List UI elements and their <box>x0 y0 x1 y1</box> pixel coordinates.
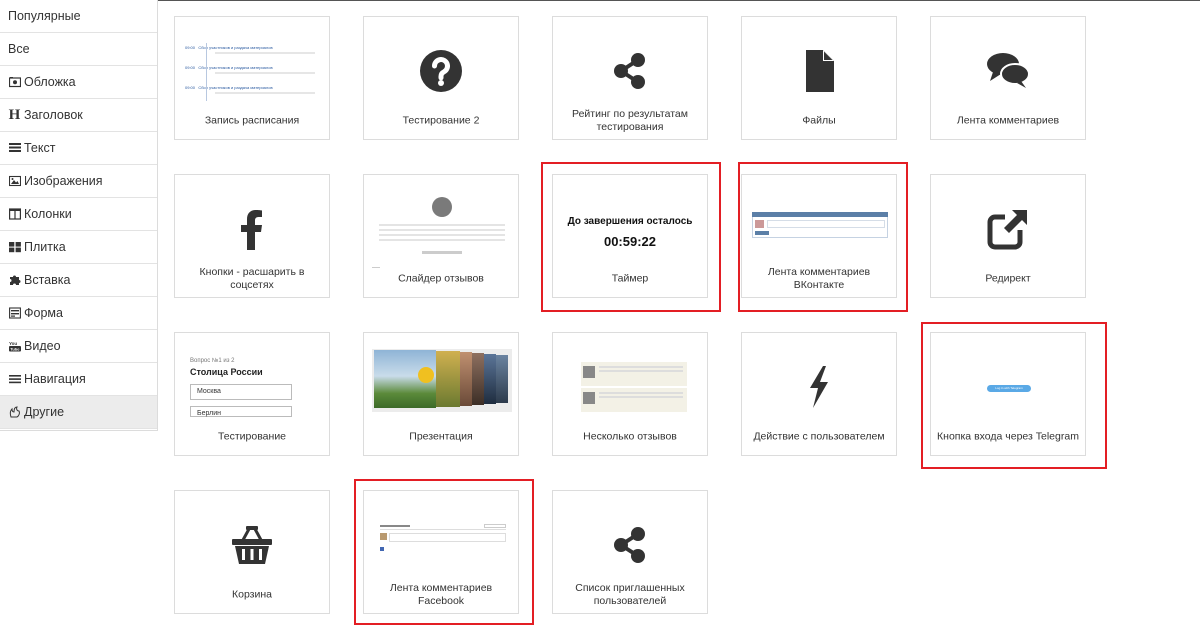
sidebar-item-video[interactable]: You Tube Видео <box>0 330 157 363</box>
block-card-label: Тестирование 2 <box>402 114 480 127</box>
svg-text:Tube: Tube <box>10 346 20 351</box>
image-icon <box>8 175 21 188</box>
block-card-label: Презентация <box>409 430 473 443</box>
block-card-label: Слайдер отзывов <box>398 272 484 285</box>
cover-icon <box>8 76 21 89</box>
text-icon <box>8 142 21 155</box>
sidebar-item-label: Обложка <box>24 75 76 89</box>
sidebar-item-label: Навигация <box>24 372 86 386</box>
sidebar-item-label: Изображения <box>24 174 103 188</box>
avatar <box>432 197 452 217</box>
quiz-option: Берлин <box>190 406 292 417</box>
block-card-files[interactable]: Файлы <box>741 16 897 140</box>
block-card-invited-users[interactable]: Список приглашенных пользователей <box>552 490 708 614</box>
block-card-rating[interactable]: Рейтинг по результатам тестирования <box>552 16 708 140</box>
presentation-preview <box>372 349 512 412</box>
sidebar-item-form[interactable]: Форма <box>0 297 157 330</box>
quiz-option: Москва <box>190 384 292 400</box>
sidebar-item-label: Видео <box>24 339 61 353</box>
block-card-label: Несколько отзывов <box>583 430 677 443</box>
schedule-title: Сбор участников и раздача материалов <box>198 85 273 90</box>
block-card-share-buttons[interactable]: Кнопки - расшарить в соцсетях <box>174 174 330 298</box>
block-card-label: Действие с пользователем <box>753 430 885 443</box>
sidebar-item-other[interactable]: Другие <box>0 396 157 429</box>
block-card-cart[interactable]: Корзина <box>174 490 330 614</box>
sidebar-item-navigation[interactable]: Навигация <box>0 363 157 396</box>
highlight-box <box>921 322 1107 469</box>
sidebar-item-embed[interactable]: Вставка <box>0 264 157 297</box>
comments-icon <box>931 47 1085 95</box>
puzzle-icon <box>8 274 21 287</box>
block-card-label: Запись расписания <box>204 114 300 127</box>
block-card-schedule[interactable]: 09:00 Сбор участников и раздача материал… <box>174 16 330 140</box>
sidebar-item-columns[interactable]: Колонки <box>0 198 157 231</box>
block-card-label: Рейтинг по результатам тестирования <box>572 108 688 133</box>
block-card-label: Кнопки - расшарить в соцсетях <box>199 266 305 291</box>
sidebar-item-label: Заголовок <box>24 108 83 122</box>
block-card-reviews[interactable]: Несколько отзывов <box>552 332 708 456</box>
sidebar-item-label: Все <box>8 42 30 56</box>
external-link-icon <box>931 205 1085 253</box>
top-border <box>0 0 1200 1</box>
youtube-icon: You Tube <box>8 340 21 353</box>
sidebar-item-label: Популярные <box>8 9 81 23</box>
schedule-time: 09:00 <box>185 85 196 90</box>
file-icon <box>742 47 896 95</box>
block-card-quiz[interactable]: Вопрос №1 из 2 Столица России Москва Бер… <box>174 332 330 456</box>
sidebar-item-cover[interactable]: Обложка <box>0 66 157 99</box>
highlight-box <box>354 479 534 625</box>
block-card-label: Тестирование <box>217 430 287 443</box>
form-icon <box>8 307 21 320</box>
question-icon <box>364 47 518 95</box>
block-card-user-action[interactable]: Действие с пользователем <box>741 332 897 456</box>
sidebar-item-label: Колонки <box>24 207 72 221</box>
block-card-presentation[interactable]: Презентация <box>363 332 519 456</box>
sidebar-item-label: Вставка <box>24 273 71 287</box>
block-card-comments[interactable]: Лента комментариев <box>930 16 1086 140</box>
block-card-redirect[interactable]: Редирект <box>930 174 1086 298</box>
highlight-box <box>738 162 908 312</box>
facebook-icon <box>175 205 329 253</box>
bolt-icon <box>742 363 896 411</box>
menu-icon <box>8 373 21 386</box>
sidebar-item-label: Текст <box>24 141 56 155</box>
block-card-label: Лента комментариев <box>956 114 1060 127</box>
schedule-title: Сбор участников и раздача материалов <box>198 45 273 50</box>
sidebar-item-popular[interactable]: Популярные <box>0 0 157 33</box>
columns-icon <box>8 208 21 221</box>
sidebar-item-label: Другие <box>24 405 65 419</box>
sidebar-item-label: Плитка <box>24 240 66 254</box>
basket-icon <box>175 521 329 569</box>
sidebar-item-all[interactable]: Все <box>0 33 157 66</box>
other-icon <box>8 406 21 419</box>
schedule-time: 09:00 <box>185 45 196 50</box>
share-icon <box>553 521 707 569</box>
quiz-title: Столица России <box>190 367 263 377</box>
block-card-label: Список приглашенных пользователей <box>575 582 685 607</box>
sidebar-item-text[interactable]: Текст <box>0 132 157 165</box>
sidebar-item-heading[interactable]: H Заголовок <box>0 99 157 132</box>
block-card-label: Файлы <box>802 114 836 127</box>
share-icon <box>553 47 707 95</box>
schedule-title: Сбор участников и раздача материалов <box>198 65 273 70</box>
block-category-sidebar: Популярные Все Обложка H Заголовок Текст… <box>0 0 158 431</box>
svg-text:You: You <box>9 341 17 346</box>
highlight-box <box>541 162 721 312</box>
heading-icon: H <box>8 106 21 123</box>
sidebar-item-tiles[interactable]: Плитка <box>0 231 157 264</box>
block-card-quiz2[interactable]: Тестирование 2 <box>363 16 519 140</box>
block-card-reviews-slider[interactable]: Слайдер отзывов <box>363 174 519 298</box>
block-card-label: Редирект <box>985 272 1031 285</box>
schedule-time: 09:00 <box>185 65 196 70</box>
sidebar-item-label: Форма <box>24 306 63 320</box>
tiles-icon <box>8 241 21 254</box>
quiz-counter: Вопрос №1 из 2 <box>190 358 235 364</box>
sidebar-item-images[interactable]: Изображения <box>0 165 157 198</box>
block-card-label: Корзина <box>232 588 272 601</box>
